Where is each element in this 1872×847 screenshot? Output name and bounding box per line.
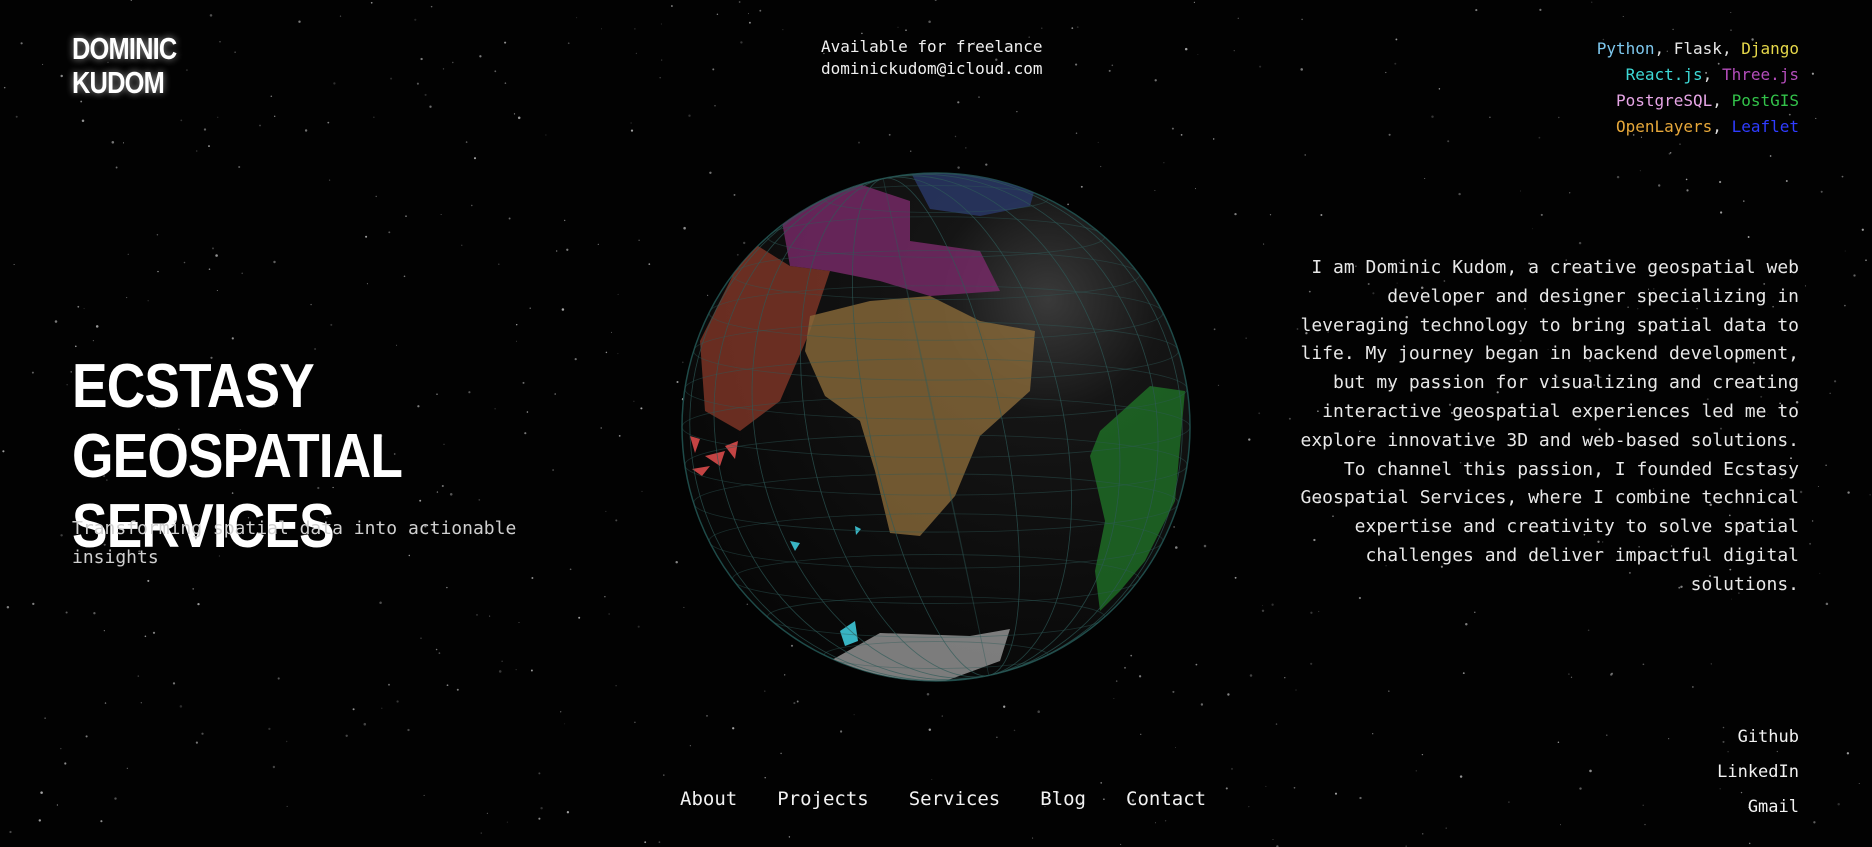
nav-blog[interactable]: Blog: [1040, 788, 1086, 810]
linkedin-link[interactable]: LinkedIn: [1717, 755, 1799, 790]
hero-title-line-1: ECSTASY GEOSPATIAL: [72, 352, 403, 491]
nav-contact[interactable]: Contact: [1126, 788, 1206, 810]
globe-container[interactable]: [680, 171, 1192, 683]
tech-stack-row: Python, Flask, Django: [1597, 36, 1799, 62]
main-nav: About Projects Services Blog Contact: [680, 788, 1206, 810]
nav-services[interactable]: Services: [909, 788, 1001, 810]
tech-item: Three.js: [1721, 65, 1799, 84]
logo-line-2: KUDOM: [72, 65, 165, 100]
globe[interactable]: [680, 171, 1192, 683]
separator: ,: [1702, 65, 1722, 84]
separator: ,: [1712, 117, 1732, 136]
logo[interactable]: DOMINIC KUDOM: [72, 31, 177, 100]
tech-item: OpenLayers: [1615, 117, 1713, 136]
tech-stack-row: PostgreSQL, PostGIS: [1597, 88, 1799, 114]
contact-info: Available for freelance dominickudom@icl…: [821, 36, 1043, 80]
tech-item: React.js: [1625, 65, 1703, 84]
tech-stack-row: React.js, Three.js: [1597, 62, 1799, 88]
separator: ,: [1721, 39, 1742, 58]
separator: ,: [1712, 91, 1732, 110]
tech-item: PostgreSQL: [1615, 91, 1713, 110]
hero-subtitle: Transforming spatial data into actionabl…: [72, 518, 517, 568]
tech-item: Leaflet: [1731, 117, 1799, 136]
nav-about[interactable]: About: [680, 788, 737, 810]
github-link[interactable]: Github: [1717, 720, 1799, 755]
separator: ,: [1654, 39, 1674, 58]
tech-item: Python: [1596, 39, 1655, 58]
tech-item: Django: [1741, 39, 1799, 58]
gmail-link[interactable]: Gmail: [1717, 790, 1799, 825]
social-links: Github LinkedIn Gmail: [1717, 720, 1799, 825]
tech-stack-list: Python, Flask, Django React.js, Three.js P…: [1597, 36, 1799, 140]
tech-item: Flask: [1673, 39, 1722, 58]
tech-item: PostGIS: [1731, 91, 1799, 110]
email-text[interactable]: dominickudom@icloud.com: [821, 58, 1043, 80]
logo-line-1: DOMINIC: [72, 31, 177, 66]
availability-text: Available for freelance: [821, 37, 1043, 56]
tech-stack-row: OpenLayers, Leaflet: [1597, 114, 1799, 140]
nav-projects[interactable]: Projects: [777, 788, 869, 810]
bio-paragraph: I am Dominic Kudom, a creative geospatia…: [1300, 257, 1800, 595]
